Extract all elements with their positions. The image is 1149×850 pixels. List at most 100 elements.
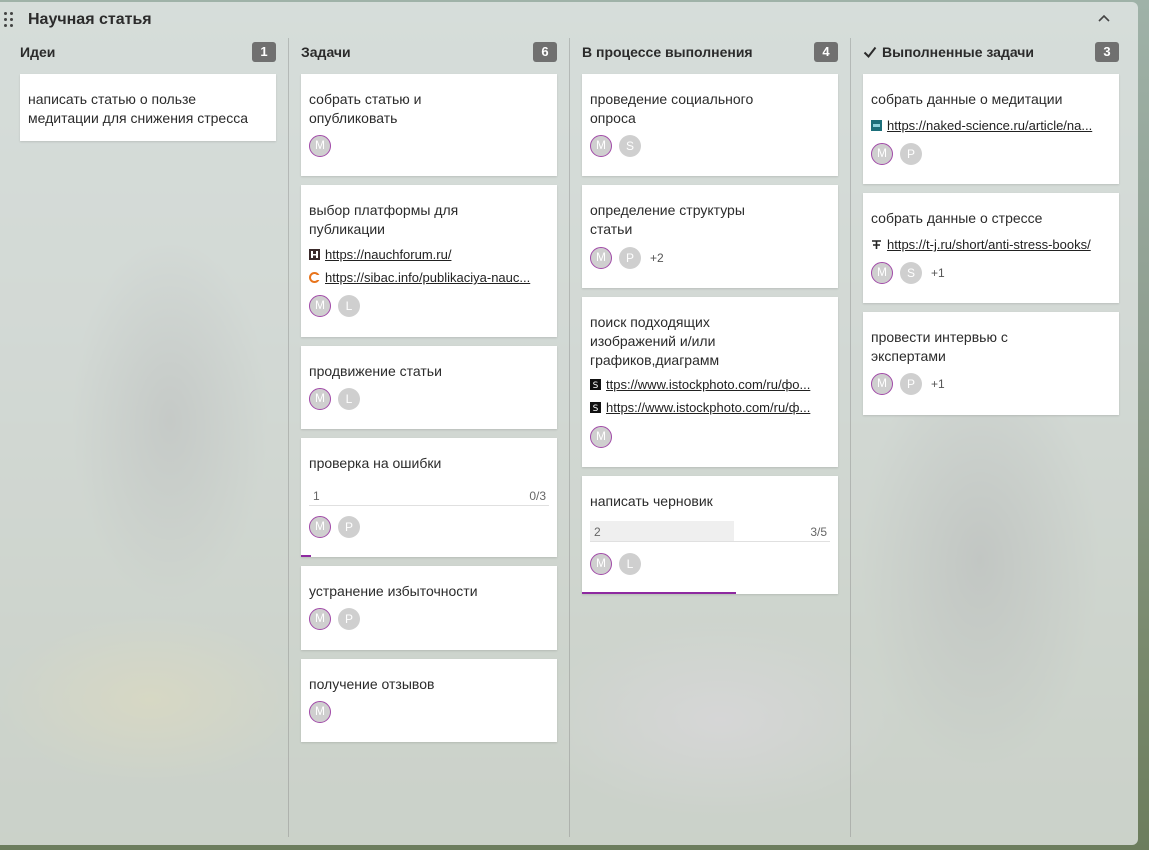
avatar[interactable]: L xyxy=(619,553,641,575)
checklist-fraction: 3/5 xyxy=(810,525,827,539)
task-card[interactable]: устранение избыточности MP xyxy=(301,566,557,650)
checklist-number: 1 xyxy=(313,489,320,503)
avatar[interactable]: P xyxy=(900,143,922,165)
column-count-badge: 6 xyxy=(533,42,557,62)
task-card[interactable]: выбор платформы для публикации https://n… xyxy=(301,185,557,337)
card-title: продвижение статьи xyxy=(309,363,442,379)
task-card[interactable]: собрать данные о стрессе https://t-j.ru/… xyxy=(863,193,1119,303)
card-progress-bar xyxy=(301,555,311,557)
card-title: получение отзывов xyxy=(309,676,435,692)
avatar[interactable]: P xyxy=(619,247,641,269)
link-url[interactable]: https://www.istockphoto.com/ru/ф... xyxy=(606,400,810,415)
avatar[interactable]: M xyxy=(590,553,612,575)
checklist-progress[interactable]: 2 3/5 xyxy=(590,521,830,542)
more-members[interactable]: +1 xyxy=(931,266,945,280)
card-title: написать черновик xyxy=(590,493,713,509)
column-title: Идеи xyxy=(20,44,56,60)
task-card[interactable]: проведение социального опроса MS xyxy=(582,74,838,176)
column-in-progress: В процессе выполнения 4 проведение социа… xyxy=(581,42,838,594)
card-members: M xyxy=(590,426,619,452)
task-card[interactable]: написать статью о пользе медитации для с… xyxy=(20,74,276,141)
link-url[interactable]: https://nauchforum.ru/ xyxy=(325,247,451,262)
site-favicon-icon xyxy=(871,119,882,131)
task-card[interactable]: поиск подходящих изображений и/или графи… xyxy=(582,297,838,467)
column-tasks: Задачи 6 собрать статью и опубликовать M… xyxy=(300,42,557,742)
checklist-number: 2 xyxy=(594,525,601,539)
task-card[interactable]: собрать данные о медитации https://naked… xyxy=(863,74,1119,184)
more-members[interactable]: +1 xyxy=(931,377,945,391)
avatar[interactable]: L xyxy=(338,388,360,410)
avatar[interactable]: M xyxy=(590,426,612,448)
avatar[interactable]: M xyxy=(871,262,893,284)
avatar[interactable]: M xyxy=(871,373,893,395)
card-title: собрать статью и опубликовать xyxy=(309,91,422,126)
avatar[interactable]: M xyxy=(309,516,331,538)
task-card[interactable]: собрать статью и опубликовать M xyxy=(301,74,557,176)
task-card[interactable]: проверка на ошибки 1 0/3 MP xyxy=(301,438,557,557)
svg-text:S: S xyxy=(593,381,599,390)
card-members: ML xyxy=(309,388,367,414)
avatar[interactable]: S xyxy=(900,262,922,284)
card-title: собрать данные о медитации xyxy=(871,91,1063,107)
card-link: Sttps://www.istockphoto.com/ru/фо... xyxy=(590,377,824,395)
avatar[interactable]: L xyxy=(338,295,360,317)
chevron-up-icon[interactable] xyxy=(1096,11,1112,27)
avatar[interactable]: M xyxy=(309,135,331,157)
card-title: проверка на ошибки xyxy=(309,455,442,471)
checklist-fill xyxy=(590,521,734,541)
avatar[interactable]: M xyxy=(309,295,331,317)
column-count-badge: 3 xyxy=(1095,42,1119,62)
card-members: M xyxy=(309,135,338,161)
column-title: В процессе выполнения xyxy=(582,44,753,60)
card-title: поиск подходящих изображений и/или графи… xyxy=(590,314,720,368)
kanban-board: Научная статья Идеи 1 написать статью о … xyxy=(0,2,1138,845)
card-members: ML xyxy=(590,553,648,579)
link-url[interactable]: https://t-j.ru/short/anti-stress-books/ xyxy=(887,237,1091,252)
site-favicon-icon: S xyxy=(590,378,601,391)
card-title: выбор платформы для публикации xyxy=(309,202,459,237)
card-progress-bar xyxy=(582,592,736,594)
task-card[interactable]: написать черновик 2 3/5 ML xyxy=(582,476,838,594)
board-title: Научная статья xyxy=(28,11,152,28)
avatar[interactable]: P xyxy=(338,608,360,630)
card-members: M P +1 xyxy=(871,373,945,399)
card-members: MP xyxy=(871,143,929,169)
card-members: MS xyxy=(590,135,648,161)
column-divider xyxy=(288,38,289,837)
avatar[interactable]: S xyxy=(619,135,641,157)
column-divider xyxy=(850,38,851,837)
avatar[interactable]: M xyxy=(309,701,331,723)
avatar[interactable]: M xyxy=(590,135,612,157)
task-card[interactable]: провести интервью с экспертами M P +1 xyxy=(863,312,1119,415)
drag-handle-icon[interactable] xyxy=(4,12,14,28)
column-header[interactable]: Выполненные задачи 3 xyxy=(862,42,1119,64)
card-link: https://sibac.info/publikaciya-nauc... xyxy=(309,270,543,288)
column-header[interactable]: Задачи 6 xyxy=(300,42,557,64)
link-url[interactable]: https://naked-science.ru/article/na... xyxy=(887,118,1092,133)
link-url[interactable]: https://sibac.info/publikaciya-nauc... xyxy=(325,270,530,285)
column-divider xyxy=(569,38,570,837)
avatar[interactable]: M xyxy=(309,388,331,410)
avatar[interactable]: P xyxy=(338,516,360,538)
more-members[interactable]: +2 xyxy=(650,251,664,265)
card-members: M P +2 xyxy=(590,247,664,273)
board-header: Научная статья xyxy=(0,2,1138,38)
task-card[interactable]: определение структуры статьи M P +2 xyxy=(582,185,838,288)
avatar[interactable]: M xyxy=(590,247,612,269)
task-card[interactable]: продвижение статьи ML xyxy=(301,346,557,429)
checklist-progress[interactable]: 1 0/3 xyxy=(309,485,549,506)
card-link: Shttps://www.istockphoto.com/ru/ф... xyxy=(590,400,824,418)
avatar[interactable]: M xyxy=(871,143,893,165)
card-title: собрать данные о стрессе xyxy=(871,210,1043,226)
avatar[interactable]: M xyxy=(309,608,331,630)
card-title: проведение социального опроса xyxy=(590,91,754,126)
link-url[interactable]: ttps://www.istockphoto.com/ru/фо... xyxy=(606,377,810,392)
column-title-text: Выполненные задачи xyxy=(882,44,1035,60)
task-card[interactable]: получение отзывов M xyxy=(301,659,557,742)
checklist-fraction: 0/3 xyxy=(529,489,546,503)
column-header[interactable]: В процессе выполнения 4 xyxy=(581,42,838,64)
card-title: написать статью о пользе медитации для с… xyxy=(28,91,248,126)
column-header[interactable]: Идеи 1 xyxy=(19,42,276,64)
column-count-badge: 4 xyxy=(814,42,838,62)
avatar[interactable]: P xyxy=(900,373,922,395)
